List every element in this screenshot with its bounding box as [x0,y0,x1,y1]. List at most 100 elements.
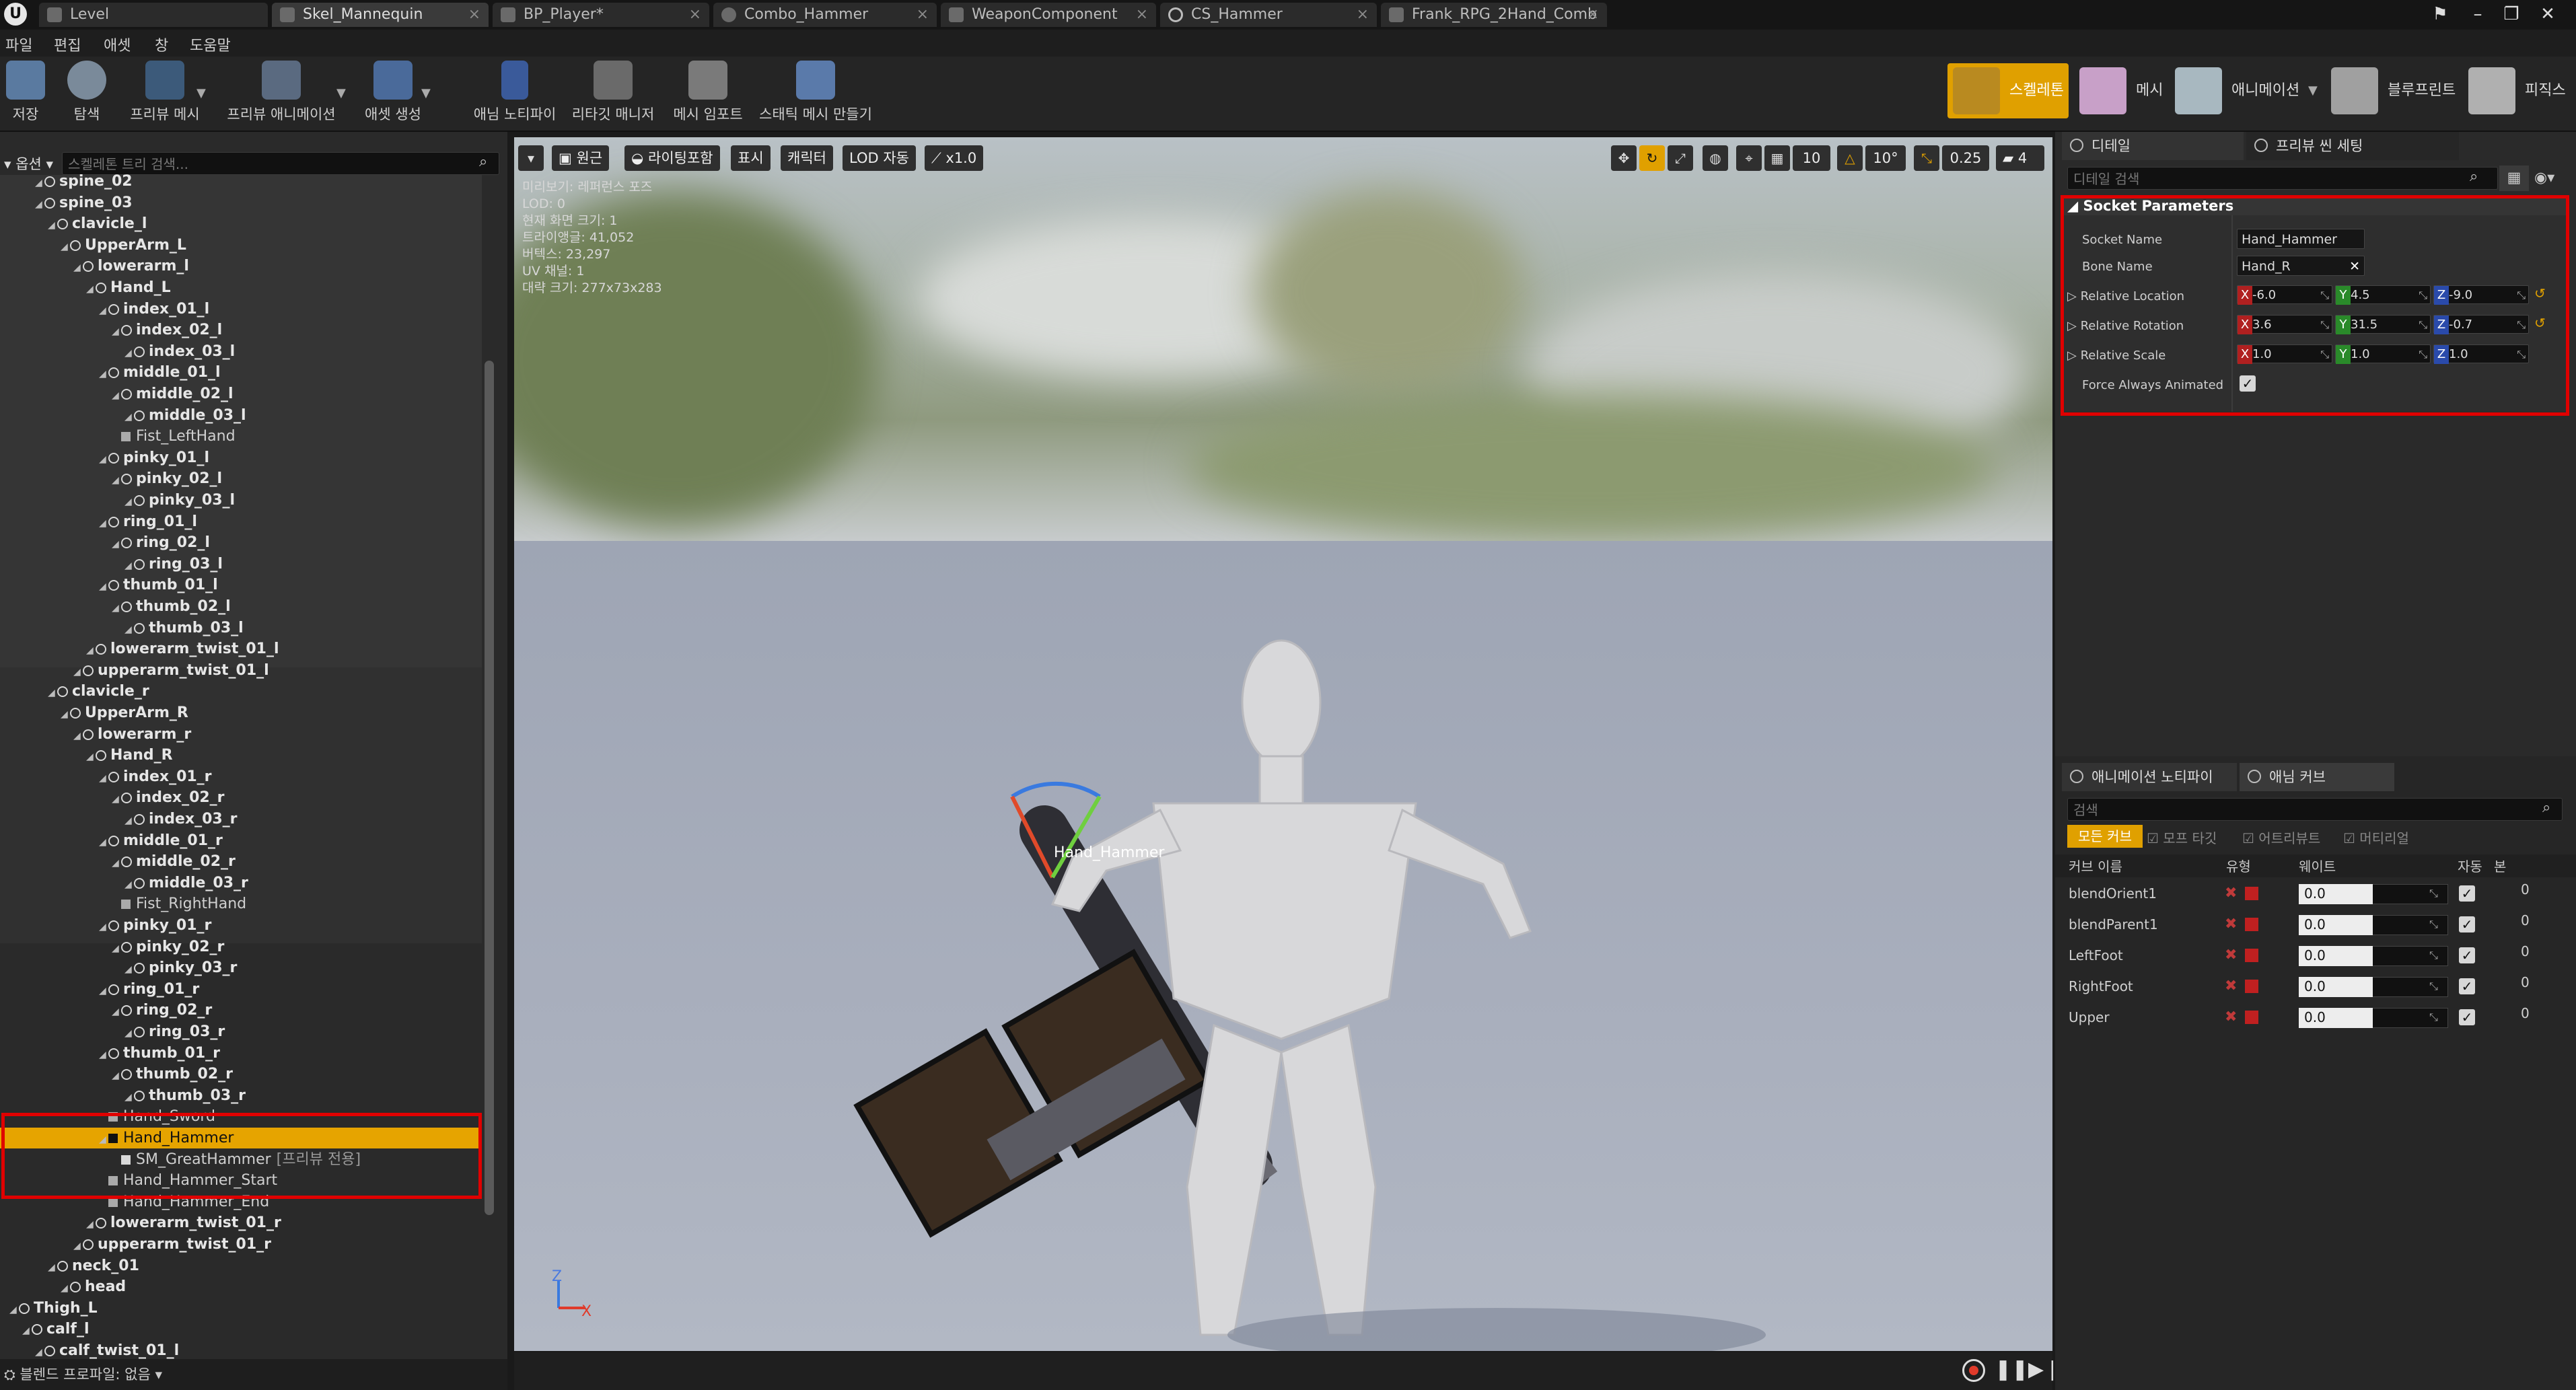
rel-rot-z[interactable]: Z -0.7 ⤡ [2433,315,2529,334]
tree-row-upperarm-l[interactable]: ◢ UpperArm_L [0,235,482,256]
tree-row-upperarm-r[interactable]: ◢ UpperArm_R [0,702,482,723]
tree-row-hand-hammer-start[interactable]: Hand_Hammer_Start [0,1170,482,1191]
menu-asset[interactable]: 애셋 [104,34,131,55]
rel-scale-x[interactable]: X 1.0 ⤡ [2237,344,2332,364]
tree-row-upperarm-twist-01-r[interactable]: ◢ upperarm_twist_01_r [0,1234,482,1255]
tree-row-ring-01-r[interactable]: ◢ ring_01_r [0,979,482,1000]
rotate-tool-icon[interactable]: ↻ [1639,145,1665,171]
tree-row-pinky-03-r[interactable]: ◢ pinky_03_r [0,957,482,978]
curve-row[interactable]: blendParent1 ✖ 0.0 ⤡ ✓ 0 [2055,910,2576,939]
tree-row-index-01-l[interactable]: ◢ index_01_l [0,299,482,320]
expand-arrow-icon[interactable]: ◢ [124,1023,134,1044]
create-asset-button[interactable]: 애셋 생성 [359,61,427,128]
make-static-mesh-button[interactable]: 스태틱 메시 만들기 [756,61,875,128]
menu-edit[interactable]: 편집 [54,34,81,55]
tree-scrollbar[interactable] [485,361,494,1215]
section-socket-parameters[interactable]: ◢ Socket Parameters [2067,198,2233,214]
curve-search-input[interactable]: 검색 [2067,798,2563,821]
tree-row-thumb-01-l[interactable]: ◢ thumb_01_l [0,575,482,595]
menu-file[interactable]: 파일 [5,34,32,55]
expand-arrow-icon[interactable]: ◢ [86,279,96,300]
chevron-down-icon[interactable]: ▼ [196,86,206,100]
import-mesh-button[interactable]: 메시 임포트 [668,61,748,128]
grid-snap-value[interactable]: 10 [1793,145,1830,171]
blend-profile-dropdown[interactable]: ⛭ 블렌드 프로파일: 없음 ▾ [4,1359,162,1390]
pause-button[interactable]: ❚❚ [1995,1358,2028,1381]
tree-row-ring-02-l[interactable]: ◢ ring_02_l [0,532,482,553]
lit-button[interactable]: ◒ 라이팅포함 [624,145,720,171]
expand-arrow-icon[interactable]: ◢ [124,620,134,641]
tree-row-upperarm-twist-01-l[interactable]: ◢ upperarm_twist_01_l [0,660,482,681]
tree-row-clavicle-r[interactable]: ◢ clavicle_r [0,681,482,702]
morph-type-icon[interactable]: ✖ [2225,972,2237,1001]
auto-checkbox[interactable]: ✓ [2459,947,2475,963]
expand-arrow-icon[interactable]: ◢ [99,301,108,322]
expand-arrow-icon[interactable]: ◢ [124,811,134,832]
scale-snap-value[interactable]: 0.25 [1942,145,1989,171]
expand-arrow-icon[interactable]: ◢ [73,662,83,683]
auto-checkbox[interactable]: ✓ [2459,978,2475,994]
expand-arrow-icon[interactable]: ◢ [112,1066,121,1087]
close-tab-icon[interactable]: × [468,3,480,27]
mode-mesh[interactable]: 메시 [2074,63,2175,118]
tree-row-fist-righthand[interactable]: Fist_RightHand [0,893,482,914]
mode-physics[interactable]: 피직스 [2463,63,2576,118]
expand-arrow-icon[interactable]: ◢ [112,853,121,874]
reset-to-default-icon[interactable]: ↺ [2534,315,2546,331]
tab-weapon-component[interactable]: WeaponComponent × [941,3,1156,27]
material-type-icon[interactable] [2245,887,2258,900]
expand-arrow-icon[interactable]: ◢ [124,492,134,513]
material-type-icon[interactable] [2245,980,2258,993]
tab-bp-player[interactable]: BP_Player* × [493,3,709,27]
curve-row[interactable]: LeftFoot ✖ 0.0 ⤡ ✓ 0 [2055,941,2576,970]
scale-tool-icon[interactable]: ⤢ [1668,145,1693,171]
filter-morph-targets[interactable]: ☑ 모프 타깃 [2147,828,2217,847]
expand-arrow-icon[interactable]: ◢ [112,386,121,406]
tree-row-pinky-02-r[interactable]: ◢ pinky_02_r [0,937,482,957]
perspective-button[interactable]: ▣ 원근 [552,145,610,171]
tree-row-clavicle-l[interactable]: ◢ clavicle_l [0,213,482,234]
tree-row-index-02-r[interactable]: ◢ index_02_r [0,787,482,808]
show-button[interactable]: 표시 [731,145,771,171]
chevron-down-icon[interactable]: ▼ [421,86,431,100]
socket-name-field[interactable]: Hand_Hammer [2237,229,2365,249]
tree-row-thigh-l[interactable]: ◢ Thigh_L [0,1298,482,1319]
details-search-input[interactable]: 디테일 검색 [2067,167,2498,190]
lod-button[interactable]: LOD 자동 [843,145,916,171]
expand-arrow-icon[interactable]: ◢ [73,726,83,747]
expand-arrow-icon[interactable]: ◢ [112,322,121,342]
tree-row-middle-03-r[interactable]: ◢ middle_03_r [0,873,482,893]
morph-type-icon[interactable]: ✖ [2225,941,2237,970]
tree-row-pinky-02-l[interactable]: ◢ pinky_02_l [0,468,482,489]
curve-row[interactable]: blendOrient1 ✖ 0.0 ⤡ ✓ 0 [2055,879,2576,908]
tree-row-middle-01-l[interactable]: ◢ middle_01_l [0,362,482,383]
viewport-options-button[interactable]: ▾ [518,145,544,171]
tree-row-spine-02[interactable]: ◢ spine_02 [0,171,482,192]
expand-arrow-icon[interactable]: ◢ [73,1236,83,1257]
eye-icon[interactable]: ◉▾ [2534,166,2554,191]
rel-scale-z[interactable]: Z 1.0 ⤡ [2433,344,2529,364]
expand-arrow-icon[interactable]: ◢ [99,1130,108,1150]
tree-row-index-03-r[interactable]: ◢ index_03_r [0,809,482,830]
tab-anim-curves[interactable]: 애님 커브 [2240,763,2394,791]
reset-to-default-icon[interactable]: ↺ [2534,285,2546,301]
tab-level[interactable]: Level [39,3,268,27]
expand-arrow-icon[interactable]: ◢ [99,981,108,1002]
tab-combo-hammer[interactable]: Combo_Hammer × [713,3,937,27]
tree-row-hand-hammer[interactable]: ◢ Hand_Hammer [0,1128,482,1148]
expand-arrow-icon[interactable]: ◢ [124,875,134,895]
tree-row-hand-sword[interactable]: Hand_Sword [0,1106,482,1127]
rel-rot-x[interactable]: X 3.6 ⤡ [2237,315,2332,334]
expand-arrow-icon[interactable]: ◢ [112,470,121,491]
auto-checkbox[interactable]: ✓ [2459,1009,2475,1025]
tree-row-hand-l[interactable]: ◢ Hand_L [0,277,482,298]
tree-row-index-01-r[interactable]: ◢ index_01_r [0,766,482,787]
close-tab-icon[interactable]: × [1587,3,1599,27]
morph-type-icon[interactable]: ✖ [2225,1002,2237,1032]
tree-row-lowerarm-twist-01-l[interactable]: ◢ lowerarm_twist_01_l [0,638,482,659]
expand-arrow-icon[interactable]: ◢ [61,237,70,258]
auto-checkbox[interactable]: ✓ [2459,916,2475,932]
expand-arrow-icon[interactable]: ◢ [48,683,57,704]
mode-blueprint[interactable]: 블루프린트 [2326,63,2467,118]
tree-row-thumb-03-r[interactable]: ◢ thumb_03_r [0,1085,482,1106]
